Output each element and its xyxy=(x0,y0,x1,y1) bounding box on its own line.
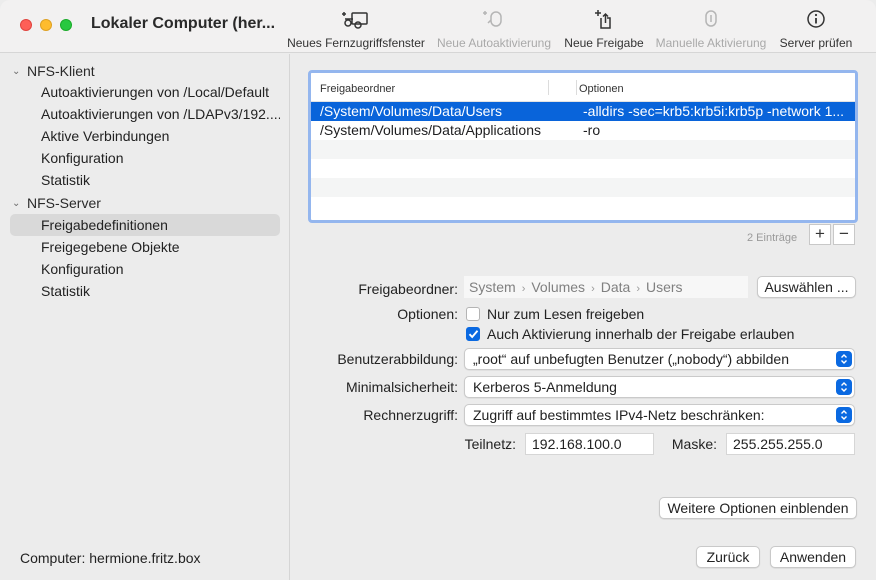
toolbar-label: Neue Freigabe xyxy=(564,36,644,50)
folder-label: Freigabeordner: xyxy=(358,281,458,297)
manual-mount-button[interactable]: Manuelle Aktivierung xyxy=(654,8,768,50)
readonly-checkbox[interactable]: Nur zum Lesen freigeben xyxy=(466,306,644,322)
sidebar-item-server-statistics[interactable]: Statistik xyxy=(10,280,280,302)
chevron-updown-icon xyxy=(836,407,852,423)
chevron-updown-icon xyxy=(836,351,852,367)
sidebar-item-client-statistics[interactable]: Statistik xyxy=(10,169,280,191)
sidebar-group-nfs-client[interactable]: ⌄ NFS-Klient xyxy=(12,63,95,79)
app-window: Lokaler Computer (her... Neues Fernzugri… xyxy=(0,0,876,580)
new-share-button[interactable]: Neue Freigabe xyxy=(563,8,645,50)
minimize-window-button[interactable] xyxy=(40,19,52,31)
remove-share-button[interactable]: − xyxy=(833,224,855,245)
toolbar-label: Server prüfen xyxy=(779,36,853,50)
info-icon xyxy=(778,8,854,30)
mask-label: Maske: xyxy=(671,436,717,452)
options-label: Optionen: xyxy=(397,306,458,322)
chevron-updown-icon xyxy=(836,379,852,395)
subnet-label: Teilnetz: xyxy=(464,436,516,452)
window-title: Lokaler Computer (her... xyxy=(91,15,276,32)
close-window-button[interactable] xyxy=(20,19,32,31)
table-row[interactable]: /System/Volumes/Data/Applications -ro xyxy=(311,121,855,140)
sidebar: ⌄ NFS-Klient Autoaktivierungen von /Loca… xyxy=(0,54,290,580)
auto-mount-icon xyxy=(436,8,552,30)
host-access-label: Rechnerzugriff: xyxy=(363,407,458,423)
new-remote-window-button[interactable]: Neues Fernzugriffsfenster xyxy=(287,8,425,50)
entries-count: 2 Einträge xyxy=(747,232,798,244)
checkbox[interactable] xyxy=(466,327,480,341)
new-auto-mount-button[interactable]: Neue Autoaktivierung xyxy=(436,8,552,50)
main-panel: Freigabeordner Optionen /System/Volumes/… xyxy=(291,54,876,580)
column-header-options[interactable]: Optionen xyxy=(577,73,624,101)
empty-row xyxy=(311,197,855,216)
share-table[interactable]: Freigabeordner Optionen /System/Volumes/… xyxy=(308,70,858,223)
add-share-button[interactable]: + xyxy=(809,224,831,245)
back-button[interactable]: Zurück xyxy=(696,546,760,568)
cell-folder: /System/Volumes/Data/Users xyxy=(320,103,503,119)
cell-options: -ro xyxy=(583,122,601,138)
sidebar-item-share-definitions[interactable]: Freigabedefinitionen xyxy=(10,214,280,236)
user-mapping-popup[interactable]: „root“ auf unbefugten Benutzer („nobody“… xyxy=(464,348,855,370)
zoom-window-button[interactable] xyxy=(60,19,72,31)
manual-mount-icon xyxy=(654,8,768,30)
apply-button[interactable]: Anwenden xyxy=(770,546,856,568)
sidebar-item-active-connections[interactable]: Aktive Verbindungen xyxy=(10,125,280,147)
column-header-folder[interactable]: Freigabeordner xyxy=(311,73,577,101)
toolbar-label: Neue Autoaktivierung xyxy=(436,36,552,50)
sidebar-item-client-configuration[interactable]: Konfiguration xyxy=(10,147,280,169)
sidebar-item-shared-objects[interactable]: Freigegebene Objekte xyxy=(10,236,280,258)
new-share-icon xyxy=(563,8,645,30)
sidebar-group-label: NFS-Klient xyxy=(27,63,95,79)
user-mapping-label: Benutzerabbildung: xyxy=(337,351,458,367)
security-popup[interactable]: Kerberos 5-Anmeldung xyxy=(464,376,855,398)
toolbar-label: Neues Fernzugriffsfenster xyxy=(287,36,425,50)
cell-options: -alldirs -sec=krb5:krb5i:krb5p -network … xyxy=(583,103,845,119)
sidebar-group-nfs-server[interactable]: ⌄ NFS-Server xyxy=(12,195,101,211)
mask-field[interactable]: 255.255.255.0 xyxy=(726,433,855,455)
chevron-down-icon[interactable]: ⌄ xyxy=(12,198,24,209)
sidebar-item-automounts-local[interactable]: Autoaktivierungen von /Local/Default xyxy=(10,81,280,103)
security-label: Minimalsicherheit: xyxy=(345,379,458,395)
cell-folder: /System/Volumes/Data/Applications xyxy=(320,122,541,138)
sidebar-item-server-configuration[interactable]: Konfiguration xyxy=(10,258,280,280)
empty-row xyxy=(311,140,855,159)
sidebar-group-label: NFS-Server xyxy=(27,195,101,211)
checkbox-label: Auch Aktivierung innerhalb der Freigabe … xyxy=(487,326,795,342)
choose-folder-button[interactable]: Auswählen ... xyxy=(757,276,856,298)
toolbar-label: Manuelle Aktivierung xyxy=(655,36,767,50)
table-row[interactable]: /System/Volumes/Data/Users -alldirs -sec… xyxy=(311,102,855,121)
checkbox[interactable] xyxy=(466,307,480,321)
allow-subdirs-checkbox[interactable]: Auch Aktivierung innerhalb der Freigabe … xyxy=(466,326,794,342)
check-server-button[interactable]: Server prüfen xyxy=(778,8,854,50)
toolbar: Lokaler Computer (her... Neues Fernzugri… xyxy=(0,0,876,53)
checkbox-label: Nur zum Lesen freigeben xyxy=(487,306,645,322)
empty-row xyxy=(311,159,855,178)
remote-window-icon xyxy=(287,8,425,30)
computer-name-label: Computer: hermione.fritz.box xyxy=(20,550,201,566)
table-header: Freigabeordner Optionen xyxy=(311,73,855,102)
folder-path-field: System › Volumes › Data › Users xyxy=(464,276,748,298)
host-access-popup[interactable]: Zugriff auf bestimmtes IPv4-Netz beschrä… xyxy=(464,404,855,426)
chevron-down-icon[interactable]: ⌄ xyxy=(12,66,24,77)
show-more-options-button[interactable]: Weitere Optionen einblenden xyxy=(659,497,857,519)
empty-row xyxy=(311,178,855,197)
sidebar-item-automounts-ldap[interactable]: Autoaktivierungen von /LDAPv3/192.... xyxy=(10,103,280,125)
checkmark-icon xyxy=(468,330,478,339)
